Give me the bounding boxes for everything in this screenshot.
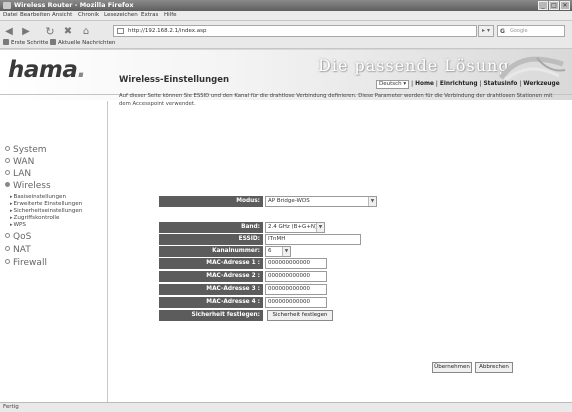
menubar: Datei Bearbeiten Ansicht Chronik Lesezei…	[0, 11, 572, 21]
search-placeholder: Google	[510, 28, 528, 34]
nav-home[interactable]: Home	[415, 81, 434, 87]
window-titlebar: Wireless Router - Mozilla Firefox _ □ ✕	[0, 0, 572, 11]
radio-checked-icon	[5, 182, 10, 187]
mode-select[interactable]: AP Bridge-WDS ▼	[265, 196, 377, 207]
bookmarks-toolbar: Erste Schritte Aktuelle Nachrichten	[0, 38, 572, 49]
mac3-label: MAC-Adresse 3 :	[159, 284, 263, 295]
hama-logo: hama.	[8, 57, 86, 83]
nav-einrichtung[interactable]: Einrichtung	[440, 81, 478, 87]
mac4-label: MAC-Adresse 4 :	[159, 297, 263, 308]
tagline: Die passende Lösung	[318, 56, 510, 75]
chevron-down-icon: ▼	[282, 247, 290, 256]
url-go-icon[interactable]: ▸ ▾	[478, 25, 494, 37]
url-input[interactable]: http://192.168.2.1/index.asp	[113, 25, 477, 37]
security-label: Sicherheit festlegen:	[159, 310, 263, 321]
forward-icon[interactable]: ▶	[20, 26, 32, 38]
mac2-input[interactable]: 000000000000	[265, 271, 327, 282]
sidebar-item-firewall[interactable]: Firewall	[5, 258, 47, 268]
firefox-icon	[3, 2, 11, 9]
mac2-label: MAC-Adresse 2 :	[159, 271, 263, 282]
band-select[interactable]: 2.4 GHz (B+G+N) ▼	[265, 222, 325, 233]
radio-icon	[5, 158, 10, 163]
sidebar-sub-sicherheit[interactable]: Sicherheitseinstellungen	[10, 208, 83, 214]
page-description: Auf dieser Seite können Sie ESSID und de…	[119, 93, 553, 107]
status-bar: Fertig	[0, 402, 572, 412]
menu-datei[interactable]: Datei	[3, 12, 18, 18]
sidebar-sub-wps[interactable]: WPS	[10, 222, 26, 228]
radio-icon	[5, 259, 10, 264]
page-icon	[117, 28, 124, 34]
sidebar-item-lan[interactable]: LAN	[5, 169, 31, 179]
band-label: Band:	[159, 222, 263, 233]
close-button[interactable]: ✕	[560, 1, 570, 10]
sidebar-item-qos[interactable]: QoS	[5, 232, 31, 242]
window-title: Wireless Router - Mozilla Firefox	[14, 1, 134, 9]
search-input[interactable]: G Google	[497, 25, 565, 37]
chevron-down-icon: ▼	[368, 197, 376, 206]
menu-bearbeiten[interactable]: Bearbeiten	[20, 12, 50, 18]
bookmark-nachrichten[interactable]: Aktuelle Nachrichten	[50, 39, 115, 46]
radio-icon	[5, 233, 10, 238]
channel-select[interactable]: 6 ▼	[265, 246, 291, 257]
apply-button[interactable]: Übernehmen	[432, 362, 472, 373]
menu-extras[interactable]: Extras	[141, 12, 158, 18]
top-navigation: Deutsch ▾ | Home | Einrichtung | Statusi…	[376, 79, 560, 89]
bookmark-erste-schritte[interactable]: Erste Schritte	[3, 39, 48, 46]
channel-label: Kanalnummer:	[159, 246, 263, 257]
language-select[interactable]: Deutsch ▾	[376, 79, 410, 89]
mode-label: Modus:	[159, 196, 263, 207]
sidebar: System WAN LAN Wireless Basiseinstellung…	[0, 101, 108, 402]
menu-ansicht[interactable]: Ansicht	[52, 12, 72, 18]
nav-werkzeuge[interactable]: Werkzeuge	[523, 81, 559, 87]
radio-icon	[5, 246, 10, 251]
mac3-input[interactable]: 000000000000	[265, 284, 327, 295]
radio-icon	[5, 146, 10, 151]
sidebar-sub-basiseinstellungen[interactable]: Basiseinstellungen	[10, 194, 66, 200]
google-icon: G	[500, 28, 505, 35]
menu-lesezeichen[interactable]: Lesezeichen	[104, 12, 138, 18]
menu-hilfe[interactable]: Hilfe	[164, 12, 177, 18]
chevron-down-icon: ▼	[316, 223, 324, 232]
sidebar-item-system[interactable]: System	[5, 145, 47, 155]
nav-statusinfo[interactable]: Statusinfo	[484, 81, 518, 87]
reload-icon[interactable]: ↻	[44, 26, 56, 38]
separator: |	[479, 81, 482, 87]
mac4-input[interactable]: 000000000000	[265, 297, 327, 308]
separator: |	[435, 81, 438, 87]
essid-label: ESSID:	[159, 234, 263, 245]
home-icon[interactable]: ⌂	[80, 26, 92, 38]
sidebar-item-wireless[interactable]: Wireless	[5, 181, 51, 191]
stop-icon[interactable]: ✖	[62, 26, 74, 38]
maximize-button[interactable]: □	[549, 1, 559, 10]
bookmark-icon	[3, 39, 9, 45]
sidebar-sub-zugriff[interactable]: Zugriffskontrolle	[10, 215, 60, 221]
sidebar-item-nat[interactable]: NAT	[5, 245, 31, 255]
sidebar-sub-erweitert[interactable]: Erweiterte Einstellungen	[10, 201, 83, 207]
rss-icon	[50, 39, 56, 45]
separator: |	[411, 81, 414, 87]
set-security-button[interactable]: Sicherheit festlegen	[267, 310, 333, 321]
back-icon[interactable]: ◀	[3, 26, 15, 38]
page-title: Wireless-Einstellungen	[119, 75, 230, 85]
url-text: http://192.168.2.1/index.asp	[128, 28, 207, 34]
minimize-button[interactable]: _	[538, 1, 548, 10]
decorative-swirl	[498, 56, 566, 82]
radio-icon	[5, 170, 10, 175]
mac1-label: MAC-Adresse 1 :	[159, 258, 263, 269]
sidebar-item-wan[interactable]: WAN	[5, 157, 34, 167]
cancel-button[interactable]: Abbrechen	[475, 362, 513, 373]
separator: |	[519, 81, 522, 87]
mac1-input[interactable]: 000000000000	[265, 258, 327, 269]
essid-input[interactable]: ITnMH	[265, 234, 361, 245]
menu-chronik[interactable]: Chronik	[78, 12, 99, 18]
